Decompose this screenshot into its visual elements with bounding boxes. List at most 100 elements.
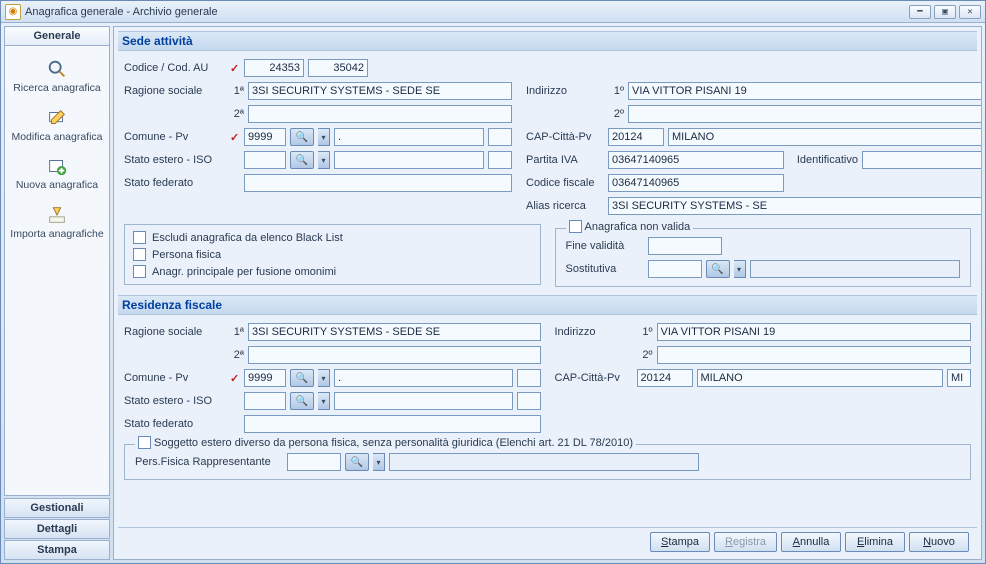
res-comune-cod-input[interactable]: [244, 369, 286, 387]
sidebar-tab-gestionali[interactable]: Gestionali: [4, 498, 110, 518]
citta-input[interactable]: [668, 128, 982, 146]
soggetto-estero-group: Soggetto estero diverso da persona fisic…: [124, 444, 971, 480]
fine-validita-input[interactable]: [648, 237, 722, 255]
import-icon: [9, 204, 105, 226]
stato-desc-input[interactable]: [334, 151, 484, 169]
content: Generale Ricerca anagrafica Modifica ana…: [1, 23, 985, 563]
ragione1-input[interactable]: [248, 82, 512, 100]
res-citta-input[interactable]: [697, 369, 944, 387]
ragione2-input[interactable]: [248, 105, 512, 123]
identificativo-input[interactable]: [862, 151, 982, 169]
pers-fisica-rap-lookup-button[interactable]: [345, 453, 369, 471]
comune-cod-input[interactable]: [244, 128, 286, 146]
pers-fisica-rap-label: Pers.Fisica Rappresentante: [135, 456, 283, 468]
federato-input[interactable]: [244, 174, 512, 192]
elimina-button[interactable]: Elimina: [845, 532, 905, 552]
minimize-button[interactable]: ━: [909, 5, 931, 19]
section-residenza-header: Residenza fiscale: [118, 295, 977, 315]
cap-input[interactable]: [608, 128, 664, 146]
res-indirizzo2-input[interactable]: [657, 346, 972, 364]
footer: Stampa Registra Annulla Elimina Nuovo: [118, 527, 977, 555]
soggetto-estero-checkbox[interactable]: [138, 436, 151, 449]
section-sede-header: Sede attività: [118, 31, 977, 51]
res-ragione2-input[interactable]: [248, 346, 541, 364]
res-stato-lookup-button[interactable]: [290, 392, 314, 410]
indirizzo1-input[interactable]: [628, 82, 982, 100]
edit-icon: [9, 107, 105, 129]
codice-label: Codice / Cod. AU: [124, 62, 224, 74]
res-comune-desc-input[interactable]: [334, 369, 513, 387]
res-comune-extra-input[interactable]: [517, 369, 541, 387]
cf-label: Codice fiscale: [526, 177, 604, 189]
chevron-down-icon[interactable]: ▾: [373, 453, 385, 471]
stampa-button[interactable]: Stampa: [650, 532, 710, 552]
sidebar-tab-dettagli[interactable]: Dettagli: [4, 519, 110, 539]
fine-validita-label: Fine validità: [566, 240, 644, 252]
close-button[interactable]: ✕: [959, 5, 981, 19]
titlebar: ◉ Anagrafica generale - Archivio general…: [1, 1, 985, 23]
non-valida-checkbox[interactable]: [569, 220, 582, 233]
annulla-button[interactable]: Annulla: [781, 532, 841, 552]
pers-fisica-rap-desc-input: [389, 453, 699, 471]
sidebar-tab-generale[interactable]: Generale: [4, 26, 110, 46]
sidebar-item-ricerca[interactable]: Ricerca anagrafica: [7, 52, 107, 99]
anagr-principale-checkbox[interactable]: [133, 265, 146, 278]
chevron-down-icon[interactable]: ▾: [318, 369, 330, 387]
persona-fisica-checkbox[interactable]: [133, 248, 146, 261]
comune-desc-input[interactable]: [334, 128, 484, 146]
piva-label: Partita IVA: [526, 154, 604, 166]
app-icon: ◉: [5, 4, 21, 20]
maximize-button[interactable]: ▣: [934, 5, 956, 19]
window-title: Anagrafica generale - Archivio generale: [25, 6, 909, 18]
sidebar-item-importa[interactable]: Importa anagrafiche: [7, 198, 107, 245]
stato-estero-label: Stato estero - ISO: [124, 154, 224, 166]
stato-cod-input[interactable]: [244, 151, 286, 169]
cf-input[interactable]: [608, 174, 784, 192]
res-cap-label: CAP-Città-Pv: [555, 372, 633, 384]
res-cap-input[interactable]: [637, 369, 693, 387]
sidebar-tab-stampa[interactable]: Stampa: [4, 540, 110, 560]
sidebar-body: Ricerca anagrafica Modifica anagrafica N…: [4, 46, 110, 496]
cod-au-input[interactable]: [308, 59, 368, 77]
chevron-down-icon[interactable]: ▾: [318, 128, 330, 146]
piva-input[interactable]: [608, 151, 784, 169]
res-stato-desc-input[interactable]: [334, 392, 513, 410]
alias-label: Alias ricerca: [526, 200, 604, 212]
codice-input[interactable]: [244, 59, 304, 77]
ragione-label: Ragione sociale: [124, 85, 224, 97]
chevron-down-icon[interactable]: ▾: [734, 260, 746, 278]
res-ragione-label: Ragione sociale: [124, 326, 224, 338]
res-comune-lookup-button[interactable]: [290, 369, 314, 387]
pers-fisica-rap-input[interactable]: [287, 453, 341, 471]
res-stato-iso-input[interactable]: [517, 392, 541, 410]
alias-input[interactable]: [608, 197, 982, 215]
res-ragione1-input[interactable]: [248, 323, 541, 341]
search-icon: [9, 58, 105, 80]
sidebar-item-modifica[interactable]: Modifica anagrafica: [7, 101, 107, 148]
res-pv-input[interactable]: [947, 369, 971, 387]
section-residenza: Ragione sociale 1ª 2ª Comune - Pv ✓: [118, 319, 977, 484]
res-indirizzo1-input[interactable]: [657, 323, 972, 341]
sostitutiva-input[interactable]: [648, 260, 702, 278]
res-federato-label: Stato federato: [124, 418, 224, 430]
required-mark: ✓: [230, 131, 240, 144]
escludi-checkbox[interactable]: [133, 231, 146, 244]
res-indirizzo-label: Indirizzo: [555, 326, 633, 338]
chevron-down-icon[interactable]: ▾: [318, 151, 330, 169]
res-stato-label: Stato estero - ISO: [124, 395, 224, 407]
nuovo-button[interactable]: Nuovo: [909, 532, 969, 552]
stato-lookup-button[interactable]: [290, 151, 314, 169]
chevron-down-icon[interactable]: ▾: [318, 392, 330, 410]
res-comune-label: Comune - Pv: [124, 372, 224, 384]
registra-button[interactable]: Registra: [714, 532, 777, 552]
res-federato-input[interactable]: [244, 415, 541, 433]
comune-lookup-button[interactable]: [290, 128, 314, 146]
sostitutiva-lookup-button[interactable]: [706, 260, 730, 278]
indirizzo2-input[interactable]: [628, 105, 982, 123]
anagrafica-non-valida-group: Anagrafica non valida Fine validità Sost…: [555, 228, 972, 287]
res-stato-cod-input[interactable]: [244, 392, 286, 410]
stato-iso-input[interactable]: [488, 151, 512, 169]
sidebar-item-nuova[interactable]: Nuova anagrafica: [7, 149, 107, 196]
comune-extra-input[interactable]: [488, 128, 512, 146]
comune-label: Comune - Pv: [124, 131, 224, 143]
